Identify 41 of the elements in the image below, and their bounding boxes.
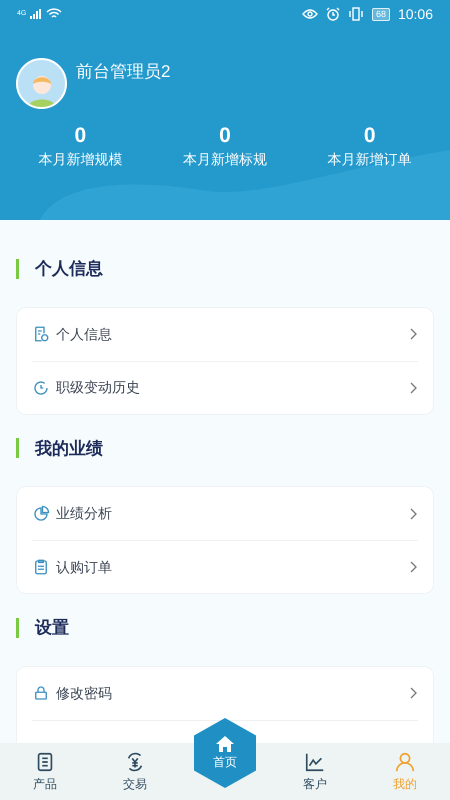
section-marker: [16, 618, 19, 638]
section-title: 设置: [35, 617, 69, 639]
tab-item[interactable]: 交易: [90, 743, 180, 800]
stat-label: 本月新增标规: [182, 150, 267, 169]
menu-item[interactable]: 修改密码: [32, 666, 418, 720]
section-title: 我的业绩: [35, 438, 103, 460]
pie-chart-icon: [32, 504, 50, 522]
house-icon: [215, 735, 235, 753]
clock-icon: [32, 378, 50, 396]
avatar: [16, 58, 67, 109]
alarm-icon: [326, 7, 340, 21]
chevron-right-icon: [410, 687, 418, 699]
battery-icon: 68: [372, 8, 390, 20]
lock-icon: [32, 684, 50, 702]
section-marker: [16, 438, 19, 458]
menu-item[interactable]: 职级变动历史: [32, 360, 418, 414]
clock-time: 10:06: [398, 4, 433, 24]
document-icon: [32, 325, 50, 343]
user-name: 前台管理员2: [76, 60, 170, 83]
stat-label: 本月新增规模: [38, 150, 122, 169]
stat-value: 0: [219, 123, 231, 149]
chevron-right-icon: [410, 508, 418, 520]
stat-label: 本月新增订单: [328, 150, 412, 169]
chevron-right-icon: [410, 382, 418, 394]
menu-item[interactable]: 业绩分析: [32, 487, 418, 540]
menu-item[interactable]: 认购订单: [32, 540, 418, 593]
signal-icon: [30, 9, 42, 19]
chevron-right-icon: [410, 561, 418, 573]
chevron-right-icon: [410, 328, 418, 340]
menu-item[interactable]: 个人信息: [32, 308, 418, 360]
person-icon: [394, 750, 416, 772]
clipboard-icon: [32, 558, 50, 576]
section-title: 个人信息: [35, 258, 103, 280]
wifi-icon: [46, 8, 62, 20]
vibrate-icon: [348, 7, 364, 21]
stat-value: 0: [364, 123, 376, 149]
tab-item[interactable]: 产品: [0, 743, 90, 800]
tab-item[interactable]: 客户: [270, 743, 360, 800]
stat-value: 0: [74, 123, 86, 149]
eye-icon: [302, 8, 318, 20]
section-marker: [16, 258, 19, 279]
